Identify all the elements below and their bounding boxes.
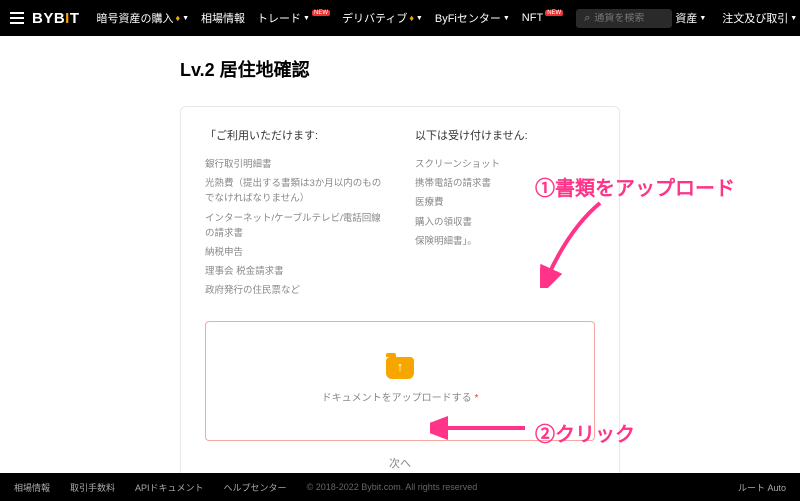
copyright: © 2018-2022 Bybit.com. All rights reserv… [307, 482, 478, 492]
list-item: インターネット/ケーブルテレビ/電話回線の請求書 [205, 211, 385, 241]
top-nav: BYBIT 暗号資産の購入♦▼ 相場情報 トレード▼NEW デリバティブ♦▼ B… [0, 0, 800, 36]
accepted-head: 「ご利用いただけます: [205, 127, 385, 143]
search-box[interactable]: ⌕ [576, 9, 672, 28]
nav-orders[interactable]: 注文及び取引▼ [719, 10, 800, 26]
logo[interactable]: BYBIT [32, 10, 80, 27]
nav-trade[interactable]: トレード▼NEW [252, 10, 335, 26]
nav-market[interactable]: 相場情報 [196, 10, 250, 26]
nav-byfi[interactable]: ByFiセンター▼ [430, 10, 515, 26]
footer-link[interactable]: ヘルプセンター [224, 481, 287, 494]
accepted-col: 「ご利用いただけます: 銀行取引明細書 光熱費（提出する書類は3か月以内のもので… [205, 127, 385, 303]
page-title: Lv.2 居住地確認 [180, 56, 620, 82]
list-item: 銀行取引明細書 [205, 157, 385, 172]
route-info[interactable]: ルート Auto [738, 481, 786, 494]
nav-deriv[interactable]: デリバティブ♦▼ [337, 10, 428, 26]
upload-label: ドキュメントをアップロードする * [322, 389, 479, 404]
main-content: Lv.2 居住地確認 「ご利用いただけます: 銀行取引明細書 光熱費（提出する書… [0, 36, 800, 488]
search-icon: ⌕ [584, 12, 590, 25]
list-item: 納税申告 [205, 245, 385, 260]
next-button[interactable]: 次へ [205, 455, 595, 471]
list-item: 政府発行の住民票など [205, 283, 385, 298]
arrow-2 [430, 416, 530, 440]
footer-link[interactable]: APIドキュメント [135, 481, 204, 494]
footer: 相場情報 取引手数料 APIドキュメント ヘルプセンター © 2018-2022… [0, 473, 800, 501]
nav-buy[interactable]: 暗号資産の購入♦▼ [92, 10, 195, 26]
list-item: スクリーンショット [415, 157, 595, 172]
footer-link[interactable]: 相場情報 [14, 481, 50, 494]
nav-assets[interactable]: 資産▼ [672, 10, 709, 26]
nav-links: 暗号資産の購入♦▼ 相場情報 トレード▼NEW デリバティブ♦▼ ByFiセンタ… [92, 10, 569, 26]
footer-link[interactable]: 取引手数料 [70, 481, 115, 494]
nav-nft[interactable]: NFTNEW [517, 12, 568, 24]
search-input[interactable] [594, 13, 664, 24]
annotation-2: ②クリック [535, 418, 635, 447]
list-item: 光熱費（提出する書類は3か月以内のものでなければなりません） [205, 176, 385, 206]
upload-icon [386, 357, 414, 379]
arrow-1 [540, 198, 620, 288]
menu-icon[interactable] [10, 12, 24, 24]
list-item: 理事会 税金請求書 [205, 264, 385, 279]
rejected-head: 以下は受け付けません: [415, 127, 595, 143]
annotation-1: ①書類をアップロード [535, 172, 735, 201]
